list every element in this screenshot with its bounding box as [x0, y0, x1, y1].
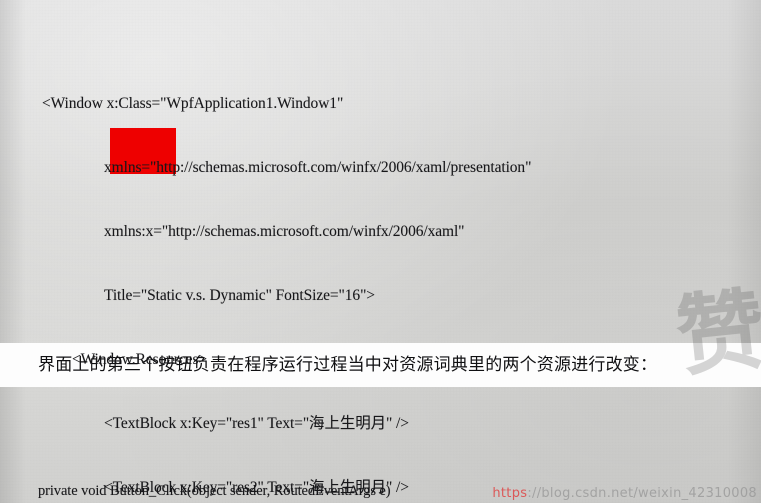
scanned-book-page: 赞 <Window x:Class="WpfApplication1.Windo… — [0, 0, 761, 503]
code-line: Title="Static v.s. Dynamic" FontSize="16… — [104, 287, 375, 304]
code-line-highlighted: <TextBlock x:Key="res1" Text="海上生明月" /> — [104, 415, 409, 432]
code-line: <Window x:Class="WpfApplication1.Window1… — [42, 95, 344, 112]
code-line: xmlns="http://schemas.microsoft.com/winf… — [104, 159, 532, 176]
code-line: private void Button_Click(object sender,… — [38, 483, 391, 499]
csharp-code-block: private void Button_Click(object sender,… — [0, 388, 761, 503]
code-line: <Window.Resources> — [72, 351, 208, 368]
code-line: xmlns:x="http://schemas.microsoft.com/wi… — [104, 223, 465, 240]
xaml-code-block: <Window x:Class="WpfApplication1.Window1… — [0, 0, 761, 503]
